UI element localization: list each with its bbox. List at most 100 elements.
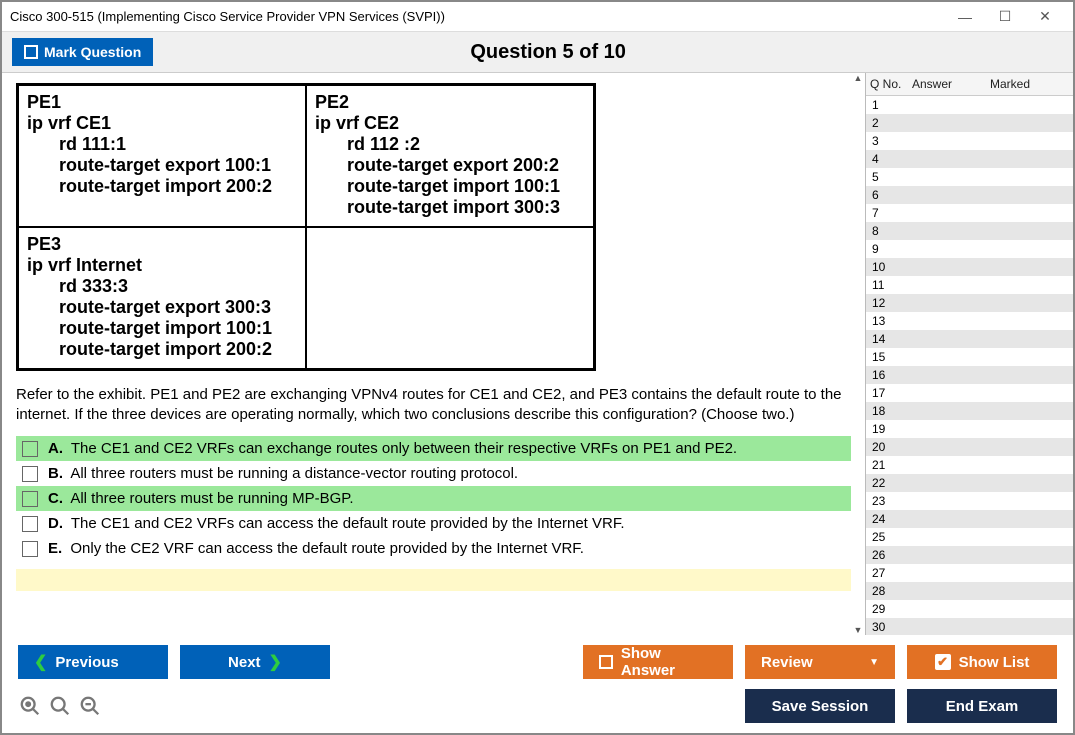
question-number: 28 xyxy=(866,584,908,598)
question-row[interactable]: 30 xyxy=(866,618,1073,635)
bottom-bar: ❮ Previous Next ❯ Show Answer Review ▼ ✔… xyxy=(2,635,1073,733)
show-answer-button[interactable]: Show Answer xyxy=(583,645,733,679)
question-row[interactable]: 28 xyxy=(866,582,1073,600)
previous-label: Previous xyxy=(55,654,118,671)
question-row[interactable]: 14 xyxy=(866,330,1073,348)
question-number: 20 xyxy=(866,440,908,454)
question-number: 2 xyxy=(866,116,908,130)
col-answer: Answer xyxy=(908,73,986,95)
question-row[interactable]: 8 xyxy=(866,222,1073,240)
col-marked: Marked xyxy=(986,73,1073,95)
left-scroll-indicator[interactable]: ▲ ▼ xyxy=(851,73,865,635)
question-row[interactable]: 20 xyxy=(866,438,1073,456)
option-checkbox[interactable] xyxy=(22,491,38,507)
question-number: 6 xyxy=(866,188,908,202)
question-row[interactable]: 26 xyxy=(866,546,1073,564)
question-number: 15 xyxy=(866,350,908,364)
show-list-label: Show List xyxy=(959,654,1030,671)
review-button[interactable]: Review ▼ xyxy=(745,645,895,679)
question-number: 24 xyxy=(866,512,908,526)
question-row[interactable]: 10 xyxy=(866,258,1073,276)
question-number: 17 xyxy=(866,386,908,400)
zoom-controls xyxy=(18,694,102,718)
scroll-down-icon[interactable]: ▼ xyxy=(854,625,863,635)
question-row[interactable]: 27 xyxy=(866,564,1073,582)
option-checkbox[interactable] xyxy=(22,541,38,557)
titlebar: Cisco 300-515 (Implementing Cisco Servic… xyxy=(2,2,1073,32)
question-number: 19 xyxy=(866,422,908,436)
main-area: ▲ ▼ PE1 ip vrf CE1 rd 111:1 route-target… xyxy=(2,73,1073,635)
question-number: 30 xyxy=(866,620,908,634)
zoom-out-icon[interactable] xyxy=(78,694,102,718)
question-list[interactable]: 1234567891011121314151617181920212223242… xyxy=(866,96,1073,635)
button-row-1: ❮ Previous Next ❯ Show Answer Review ▼ ✔… xyxy=(18,645,1057,679)
question-row[interactable]: 6 xyxy=(866,186,1073,204)
option-E[interactable]: E. Only the CE2 VRF can access the defau… xyxy=(16,536,851,561)
question-counter: Question 5 of 10 xyxy=(33,41,1063,64)
question-row[interactable]: 21 xyxy=(866,456,1073,474)
question-row[interactable]: 25 xyxy=(866,528,1073,546)
question-row[interactable]: 7 xyxy=(866,204,1073,222)
question-row[interactable]: 12 xyxy=(866,294,1073,312)
exhibit-cell-pe1: PE1 ip vrf CE1 rd 111:1 route-target exp… xyxy=(18,85,307,228)
question-text: Refer to the exhibit. PE1 and PE2 are ex… xyxy=(16,385,851,424)
zoom-reset-icon[interactable] xyxy=(18,694,42,718)
question-number: 10 xyxy=(866,260,908,274)
option-B[interactable]: B. All three routers must be running a d… xyxy=(16,461,851,486)
review-label: Review xyxy=(761,654,813,671)
minimize-icon[interactable]: — xyxy=(945,5,985,29)
next-label: Next xyxy=(228,654,261,671)
chevron-right-icon: ❯ xyxy=(269,652,282,672)
previous-button[interactable]: ❮ Previous xyxy=(18,645,168,679)
question-row[interactable]: 23 xyxy=(866,492,1073,510)
question-row[interactable]: 9 xyxy=(866,240,1073,258)
question-list-header: Q No. Answer Marked xyxy=(866,73,1073,96)
option-A[interactable]: A. The CE1 and CE2 VRFs can exchange rou… xyxy=(16,436,851,461)
question-number: 8 xyxy=(866,224,908,238)
question-number: 7 xyxy=(866,206,908,220)
question-row[interactable]: 13 xyxy=(866,312,1073,330)
question-number: 14 xyxy=(866,332,908,346)
chevron-left-icon: ❮ xyxy=(34,652,47,672)
question-number: 11 xyxy=(866,278,908,292)
question-row[interactable]: 24 xyxy=(866,510,1073,528)
question-row[interactable]: 17 xyxy=(866,384,1073,402)
checkbox-icon xyxy=(599,655,613,669)
question-row[interactable]: 16 xyxy=(866,366,1073,384)
exhibit-cell-empty xyxy=(306,227,595,370)
close-icon[interactable]: ✕ xyxy=(1025,5,1065,29)
question-number: 22 xyxy=(866,476,908,490)
exhibit-table: PE1 ip vrf CE1 rd 111:1 route-target exp… xyxy=(16,83,596,371)
option-checkbox[interactable] xyxy=(22,516,38,532)
question-row[interactable]: 19 xyxy=(866,420,1073,438)
question-row[interactable]: 2 xyxy=(866,114,1073,132)
end-exam-button[interactable]: End Exam xyxy=(907,689,1057,723)
zoom-in-icon[interactable] xyxy=(48,694,72,718)
exhibit-cell-pe2: PE2 ip vrf CE2 rd 112 :2 route-target ex… xyxy=(306,85,595,228)
question-row[interactable]: 22 xyxy=(866,474,1073,492)
question-number: 9 xyxy=(866,242,908,256)
option-D[interactable]: D. The CE1 and CE2 VRFs can access the d… xyxy=(16,511,851,536)
show-list-button[interactable]: ✔ Show List xyxy=(907,645,1057,679)
dropdown-icon: ▼ xyxy=(869,657,879,668)
question-row[interactable]: 1 xyxy=(866,96,1073,114)
option-text: C. All three routers must be running MP-… xyxy=(48,490,354,507)
question-row[interactable]: 4 xyxy=(866,150,1073,168)
option-checkbox[interactable] xyxy=(22,466,38,482)
option-C[interactable]: C. All three routers must be running MP-… xyxy=(16,486,851,511)
maximize-icon[interactable]: ☐ xyxy=(985,5,1025,29)
question-row[interactable]: 5 xyxy=(866,168,1073,186)
header-bar: Mark Question Question 5 of 10 xyxy=(2,32,1073,73)
question-row[interactable]: 3 xyxy=(866,132,1073,150)
question-row[interactable]: 15 xyxy=(866,348,1073,366)
question-number: 3 xyxy=(866,134,908,148)
app-window: Cisco 300-515 (Implementing Cisco Servic… xyxy=(0,0,1075,735)
question-row[interactable]: 18 xyxy=(866,402,1073,420)
scroll-up-icon[interactable]: ▲ xyxy=(854,73,863,83)
question-row[interactable]: 11 xyxy=(866,276,1073,294)
option-checkbox[interactable] xyxy=(22,441,38,457)
question-row[interactable]: 29 xyxy=(866,600,1073,618)
save-session-button[interactable]: Save Session xyxy=(745,689,895,723)
question-number: 5 xyxy=(866,170,908,184)
next-button[interactable]: Next ❯ xyxy=(180,645,330,679)
